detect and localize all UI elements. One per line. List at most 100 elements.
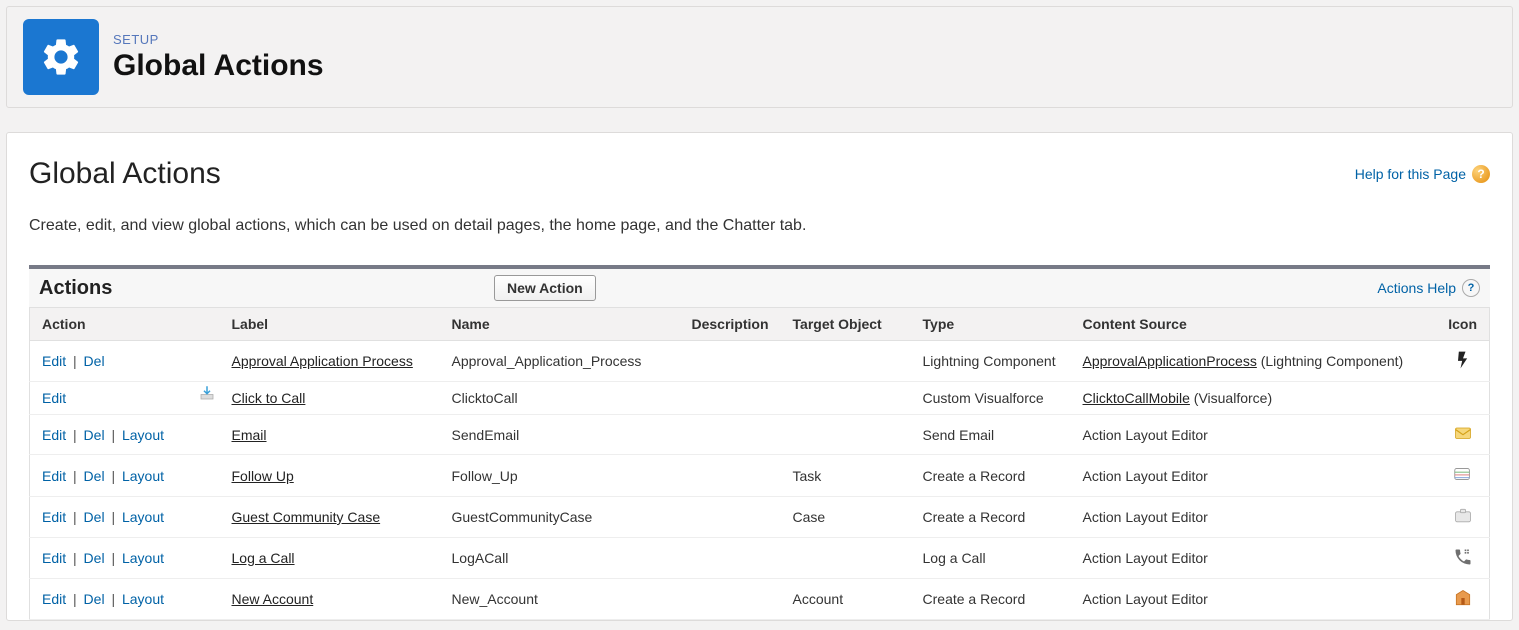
action-type: Custom Visualforce: [911, 382, 1071, 415]
action-name: New_Account: [440, 579, 680, 620]
table-row: Edit | Del | LayoutLog a CallLogACallLog…: [30, 538, 1490, 579]
col-type: Type: [911, 308, 1071, 341]
action-description: [680, 538, 781, 579]
download-icon: [198, 384, 216, 405]
action-label-link[interactable]: Email: [232, 427, 267, 443]
edit-link[interactable]: Edit: [42, 468, 66, 484]
col-label: Label: [220, 308, 440, 341]
action-icon: [1436, 579, 1489, 620]
page-title: Global Actions: [29, 157, 221, 191]
table-row: Edit Click to Call ClicktoCall Custom Visua…: [30, 382, 1490, 415]
help-for-page-link[interactable]: Help for this Page ?: [1355, 165, 1490, 183]
action-content-source: Action Layout Editor: [1071, 497, 1437, 538]
action-label-link[interactable]: Follow Up: [232, 468, 294, 484]
page-description: Create, edit, and view global actions, w…: [29, 217, 1490, 235]
edit-link[interactable]: Edit: [42, 353, 66, 369]
action-name: Follow_Up: [440, 455, 680, 497]
actions-table-wrap: Actions New Action Actions Help ? Action…: [29, 265, 1490, 620]
action-content-source: ApprovalApplicationProcess (Lightning Co…: [1071, 341, 1437, 382]
new-action-button[interactable]: New Action: [494, 275, 596, 301]
action-description: [680, 341, 781, 382]
email-icon: [1452, 423, 1474, 445]
action-target-object: [781, 415, 911, 455]
action-type: Lightning Component: [911, 341, 1071, 382]
action-name: Approval_Application_Process: [440, 341, 680, 382]
action-label-link[interactable]: Approval Application Process: [232, 353, 413, 369]
del-link[interactable]: Del: [84, 550, 105, 566]
action-label-link[interactable]: Log a Call: [232, 550, 295, 566]
del-link[interactable]: Del: [84, 591, 105, 607]
layout-link[interactable]: Layout: [122, 427, 164, 443]
layout-link[interactable]: Layout: [122, 468, 164, 484]
content-card: Global Actions Help for this Page ? Crea…: [6, 132, 1513, 621]
action-content-source: Action Layout Editor: [1071, 579, 1437, 620]
action-icon: [1436, 382, 1489, 415]
col-action: Action: [30, 308, 220, 341]
action-target-object: [781, 538, 911, 579]
col-target-object: Target Object: [781, 308, 911, 341]
actions-help-label: Actions Help: [1377, 280, 1456, 296]
content-source-link[interactable]: ApprovalApplicationProcess: [1083, 353, 1257, 369]
action-type: Create a Record: [911, 579, 1071, 620]
action-icon: [1436, 497, 1489, 538]
action-icon: [1436, 341, 1489, 382]
help-link-label: Help for this Page: [1355, 166, 1466, 182]
table-row: Edit | DelApproval Application ProcessAp…: [30, 341, 1490, 382]
action-target-object: [781, 382, 911, 415]
account-icon: [1452, 587, 1474, 609]
action-description: [680, 455, 781, 497]
edit-link[interactable]: Edit: [42, 509, 66, 525]
table-row: Edit | Del | LayoutNew AccountNew_Accoun…: [30, 579, 1490, 620]
action-label-link[interactable]: Click to Call: [232, 390, 306, 406]
edit-link[interactable]: Edit: [42, 390, 66, 406]
action-content-source: Action Layout Editor: [1071, 455, 1437, 497]
setup-gear-icon: [23, 19, 99, 95]
layout-link[interactable]: Layout: [122, 509, 164, 525]
edit-link[interactable]: Edit: [42, 591, 66, 607]
action-target-object: Account: [781, 579, 911, 620]
content-source-link[interactable]: ClicktoCallMobile: [1083, 390, 1190, 406]
col-icon: Icon: [1436, 308, 1489, 341]
action-type: Log a Call: [911, 538, 1071, 579]
action-content-source: ClicktoCallMobile (Visualforce): [1071, 382, 1437, 415]
action-content-source: Action Layout Editor: [1071, 415, 1437, 455]
action-label-link[interactable]: Guest Community Case: [232, 509, 381, 525]
layout-link[interactable]: Layout: [122, 550, 164, 566]
del-link[interactable]: Del: [84, 427, 105, 443]
edit-link[interactable]: Edit: [42, 550, 66, 566]
col-content-source: Content Source: [1071, 308, 1437, 341]
actions-table: Action Label Name Description Target Obj…: [29, 307, 1490, 620]
actions-help-link[interactable]: Actions Help ?: [1377, 279, 1480, 297]
action-type: Send Email: [911, 415, 1071, 455]
table-row: Edit | Del | LayoutGuest Community CaseG…: [30, 497, 1490, 538]
setup-breadcrumb: SETUP: [113, 32, 324, 47]
case-icon: [1452, 505, 1474, 527]
action-target-object: Task: [781, 455, 911, 497]
table-row: Edit | Del | LayoutEmailSendEmailSend Em…: [30, 415, 1490, 455]
layout-link[interactable]: Layout: [122, 591, 164, 607]
actions-heading: Actions: [39, 277, 494, 300]
action-name: LogACall: [440, 538, 680, 579]
action-description: [680, 415, 781, 455]
del-link[interactable]: Del: [84, 509, 105, 525]
table-header-row: Action Label Name Description Target Obj…: [30, 308, 1490, 341]
del-link[interactable]: Del: [84, 468, 105, 484]
action-description: [680, 382, 781, 415]
help-icon: ?: [1462, 279, 1480, 297]
action-icon: [1436, 538, 1489, 579]
action-label-link[interactable]: New Account: [232, 591, 314, 607]
action-content-source: Action Layout Editor: [1071, 538, 1437, 579]
action-type: Create a Record: [911, 497, 1071, 538]
action-target-object: [781, 341, 911, 382]
edit-link[interactable]: Edit: [42, 427, 66, 443]
action-description: [680, 579, 781, 620]
action-target-object: Case: [781, 497, 911, 538]
action-name: SendEmail: [440, 415, 680, 455]
del-link[interactable]: Del: [84, 353, 105, 369]
table-row: Edit | Del | LayoutFollow UpFollow_UpTas…: [30, 455, 1490, 497]
action-description: [680, 497, 781, 538]
action-name: ClicktoCall: [440, 382, 680, 415]
page-header: SETUP Global Actions: [6, 6, 1513, 108]
followup-icon: [1452, 463, 1474, 485]
lightning-icon: [1452, 349, 1474, 371]
